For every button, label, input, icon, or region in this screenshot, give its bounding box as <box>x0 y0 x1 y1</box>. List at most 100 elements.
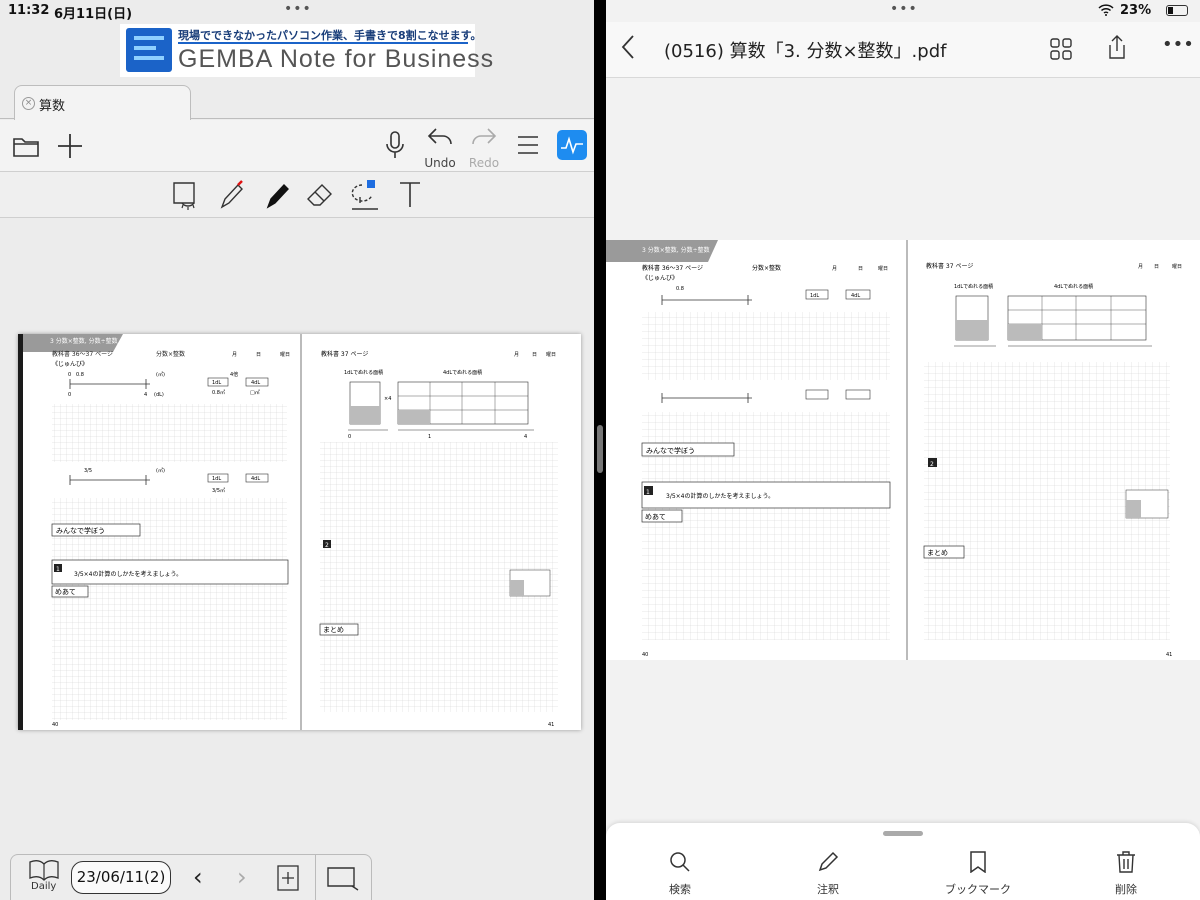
matome-label: まとめ <box>323 626 344 634</box>
junbi-label: 《じゅんび》 <box>52 360 88 368</box>
times-four-r: ×4 <box>384 396 391 402</box>
add-page-button[interactable] <box>56 132 84 160</box>
pdf-value-08: 0.8 <box>676 286 684 292</box>
app-logo-icon[interactable] <box>557 130 587 160</box>
fraction-35m2: 3/5㎡ <box>212 487 225 494</box>
pdf-textbook-left: 教科書 36〜37 ページ <box>642 264 703 272</box>
annotate-label: 注釈 <box>817 883 839 896</box>
multitask-dots-icon-right[interactable]: ••• <box>890 2 918 16</box>
red-pen-icon[interactable] <box>216 179 246 215</box>
ad-banner[interactable]: 現場でできなかったパソコン作業、手書きで8割こなせます。 GEMBA Note … <box>120 24 493 77</box>
minna-label: みんなで学ぼう <box>56 526 105 535</box>
axis-four-r: 4 <box>524 434 527 440</box>
delete-label: 削除 <box>1115 883 1137 896</box>
topic-label: 分数×整数 <box>156 350 185 358</box>
pen-toolbar <box>0 172 594 218</box>
pdf-date-day: 日 <box>858 266 863 272</box>
unit-m2: (㎡) <box>156 371 165 378</box>
next-page-icon[interactable]: › <box>237 863 247 891</box>
section-two: 2 <box>325 542 329 549</box>
share-icon[interactable] <box>1106 34 1128 64</box>
problem-number: 1 <box>56 566 60 573</box>
tab-sansu[interactable]: × 算数 <box>14 85 191 120</box>
pdf-date-weekday-r: 曜日 <box>1172 264 1182 270</box>
marker-icon[interactable] <box>262 179 292 215</box>
pdf-date-month-r: 月 <box>1138 264 1143 270</box>
wifi-icon <box>1098 4 1114 20</box>
split-divider[interactable] <box>594 0 606 900</box>
undo-label: Undo <box>424 156 456 170</box>
microphone-icon[interactable] <box>384 130 406 160</box>
page-left: 40 <box>52 722 58 728</box>
date-day-r: 日 <box>532 352 537 358</box>
problem-text: 3/5×4の計算のしかたを考えましょう。 <box>74 570 182 578</box>
times-four: 4倍 <box>230 371 238 378</box>
area-1dl-label: 1dLでぬれる面積 <box>344 369 383 376</box>
pdf-section-two: 2 <box>930 461 934 468</box>
text-tool-icon[interactable] <box>398 179 422 213</box>
pdf-title: (0516) 算数「3. 分数×整数」.pdf <box>664 41 947 62</box>
value-08: 0.8 <box>76 372 84 378</box>
status-date: 6月11日(日) <box>54 7 133 22</box>
more-options-icon[interactable]: ••• <box>1162 36 1194 54</box>
split-handle[interactable] <box>597 425 603 473</box>
daily-label: Daily <box>31 881 57 892</box>
banner-product-name: GEMBA Note for Business <box>178 45 495 73</box>
date-weekday-r: 曜日 <box>546 352 556 358</box>
pdf-problem-number: 1 <box>646 489 650 496</box>
multitask-dots-icon[interactable]: ••• <box>284 2 312 16</box>
trash-icon <box>1117 851 1135 873</box>
gemba-note-app: 11:32 6月11日(日) ••• 現場でできなかったパソコン作業、手書きで8… <box>0 0 594 900</box>
area-4dl-label: 4dLでぬれる面積 <box>443 369 482 376</box>
page-view-icon[interactable] <box>327 867 359 895</box>
lasso-eye-icon[interactable] <box>170 179 204 215</box>
pdf-topic: 分数×整数 <box>752 264 781 272</box>
tab-close-icon[interactable]: × <box>22 97 35 110</box>
axis-four: 4 <box>144 392 147 398</box>
pdf-viewer-app: 23% ••• (0516) 算数「3. 分数×整数」.pdf ••• 3 分数… <box>606 0 1200 900</box>
textbook-left: 教科書 36〜37 ページ <box>52 350 113 358</box>
pdf-date-month: 月 <box>832 266 837 272</box>
eraser-icon[interactable] <box>304 179 336 215</box>
annotate-button[interactable]: 注釈 <box>778 851 878 897</box>
box-1dl: 1dL <box>212 380 221 386</box>
pdf-date-weekday: 曜日 <box>878 266 888 272</box>
redo-button[interactable]: Redo <box>469 126 499 170</box>
prev-page-icon[interactable]: ‹ <box>193 863 203 891</box>
pdf-nav-bar: (0516) 算数「3. 分数×整数」.pdf ••• <box>606 22 1200 78</box>
unit-m2-b: (㎡) <box>156 467 165 474</box>
lasso-select-icon[interactable] <box>348 179 382 217</box>
panel-grabber[interactable] <box>883 831 923 836</box>
axis-zero: 0 <box>68 372 71 378</box>
delete-button[interactable]: 削除 <box>1076 851 1176 897</box>
menu-icon[interactable] <box>517 134 539 156</box>
worksheet-page[interactable]: 3 分数×整数, 分数÷整数 教科書 36〜37 ページ 分数×整数 月 日 曜… <box>18 334 581 730</box>
pdf-page-view[interactable]: 3 分数×整数, 分数÷整数 教科書 36〜37 ページ 分数×整数 月 日 曜… <box>606 240 1200 660</box>
banner-tagline: 現場でできなかったパソコン作業、手書きで8割こなせます。 <box>178 29 482 42</box>
add-page-icon[interactable] <box>277 865 299 895</box>
page-date-button[interactable]: 23/06/11(2) <box>71 861 171 894</box>
meate-label: めあて <box>55 588 76 596</box>
tab-label: 算数 <box>39 99 66 114</box>
page-right: 41 <box>548 722 554 728</box>
thumbnail-grid-icon[interactable] <box>1050 38 1072 64</box>
pdf-box-4dl: 4dL <box>851 293 860 299</box>
search-button[interactable]: 検索 <box>630 851 730 897</box>
back-chevron-icon[interactable] <box>620 34 636 64</box>
pdf-page-right: 41 <box>1166 652 1172 658</box>
gemba-logo-icon <box>126 28 172 72</box>
undo-button[interactable]: Undo <box>424 126 456 170</box>
date-day: 日 <box>256 352 261 358</box>
redo-label: Redo <box>468 156 500 170</box>
bookmark-label: ブックマーク <box>945 883 1011 896</box>
note-canvas[interactable]: 3 分数×整数, 分数÷整数 教科書 36〜37 ページ 分数×整数 月 日 曜… <box>0 218 594 854</box>
date-month: 月 <box>232 352 237 358</box>
pdf-meate-label: めあて <box>645 513 666 521</box>
battery-percent: 23% <box>1120 3 1152 18</box>
battery-icon <box>1166 5 1188 16</box>
folder-icon[interactable] <box>12 134 40 158</box>
tab-bar: × 算数 <box>0 83 594 120</box>
bookmark-button[interactable]: ブックマーク <box>928 851 1028 897</box>
pdf-minna-label: みんなで学ぼう <box>646 446 695 455</box>
unit-dl: (dL) <box>154 392 164 398</box>
